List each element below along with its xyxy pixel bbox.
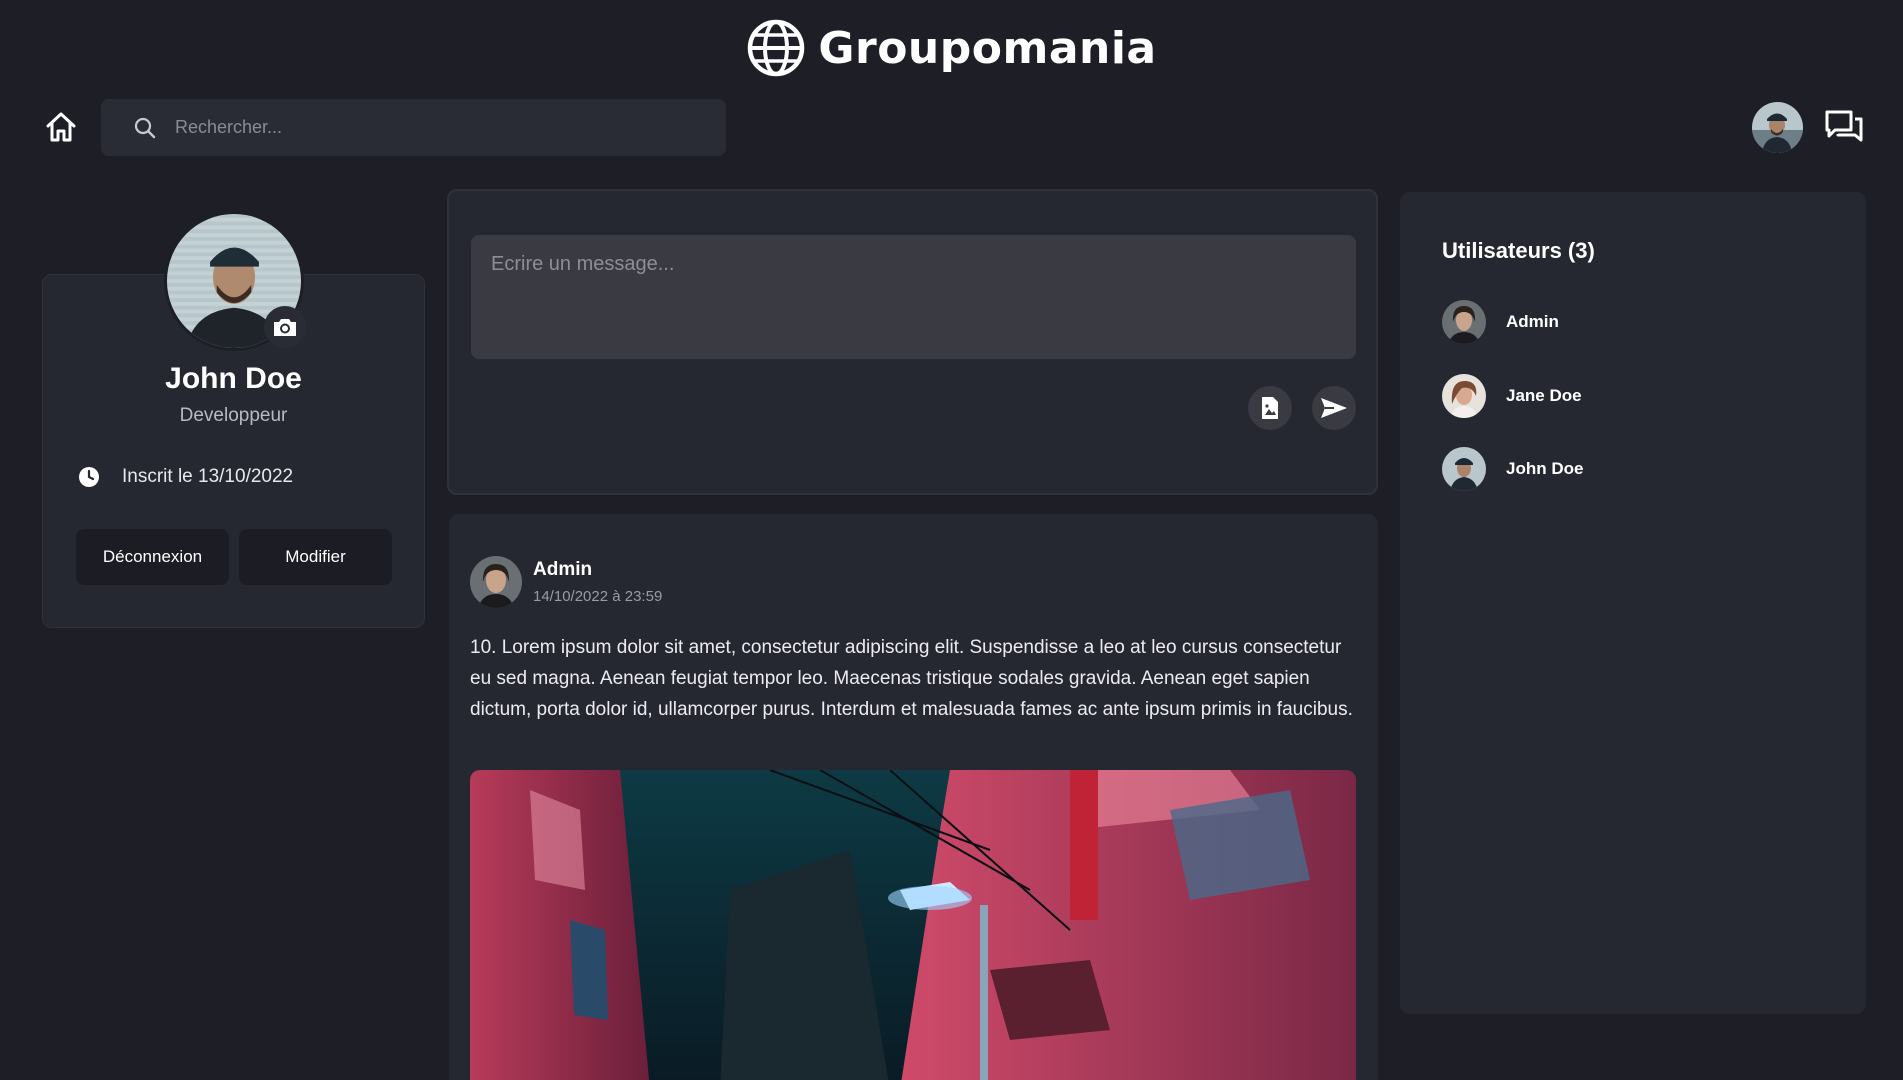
post-composer [447, 189, 1378, 495]
app-logo: Groupomania [0, 16, 1903, 80]
users-title: Utilisateurs (3) [1442, 238, 1595, 263]
edit-profile-button[interactable]: Modifier [239, 529, 392, 585]
app-name: Groupomania [818, 22, 1157, 74]
avatar-photo [470, 556, 522, 608]
user-avatar [1442, 300, 1486, 344]
profile-joined-row: Inscrit le 13/10/2022 [78, 466, 293, 488]
home-button[interactable] [44, 110, 78, 144]
user-item-jane-doe[interactable]: Jane Doe [1442, 374, 1582, 418]
image-icon [1262, 397, 1278, 419]
chat-icon [1825, 110, 1863, 142]
user-avatar [1442, 447, 1486, 491]
user-item-john-doe[interactable]: John Doe [1442, 447, 1583, 491]
avatar-photo [1442, 374, 1486, 418]
user-name: Jane Doe [1506, 386, 1582, 405]
messages-button[interactable] [1824, 108, 1864, 148]
home-icon [46, 112, 76, 142]
logout-button[interactable]: Déconnexion [76, 529, 229, 585]
user-item-admin[interactable]: Admin [1442, 300, 1559, 344]
street-photo [470, 770, 1356, 1080]
users-panel: Utilisateurs (3) Admin Jane Doe John Doe [1400, 192, 1866, 1014]
profile-name: John Doe [165, 362, 302, 395]
change-photo-button[interactable] [264, 306, 306, 348]
send-button[interactable] [1312, 386, 1356, 430]
clock-icon [79, 467, 99, 487]
post-date: 14/10/2022 à 23:59 [533, 588, 663, 605]
camera-icon [274, 319, 296, 336]
avatar-photo [1442, 300, 1486, 344]
user-name: Admin [1506, 312, 1559, 331]
avatar-photo [1442, 447, 1486, 491]
post-image[interactable] [470, 770, 1356, 1080]
attach-image-button[interactable] [1248, 386, 1292, 430]
user-avatar [1442, 374, 1486, 418]
search-icon [134, 117, 156, 138]
post-author[interactable]: Admin [533, 559, 592, 581]
send-icon [1321, 398, 1347, 418]
user-name: John Doe [1506, 459, 1584, 478]
post-author-avatar[interactable] [470, 556, 522, 608]
current-user-avatar[interactable] [1752, 102, 1803, 153]
post-text: 10. Lorem ipsum dolor sit amet, consecte… [470, 637, 1353, 720]
globe-icon [748, 19, 805, 77]
post-card: Admin 14/10/2022 à 23:59 10. Lorem ipsum… [449, 514, 1378, 1080]
message-input[interactable] [471, 235, 1356, 359]
search-input[interactable] [175, 117, 695, 138]
joined-date: Inscrit le 13/10/2022 [122, 466, 294, 487]
search-bar[interactable] [101, 99, 726, 156]
avatar-photo [1752, 102, 1803, 153]
profile-role: Developpeur [179, 405, 288, 426]
